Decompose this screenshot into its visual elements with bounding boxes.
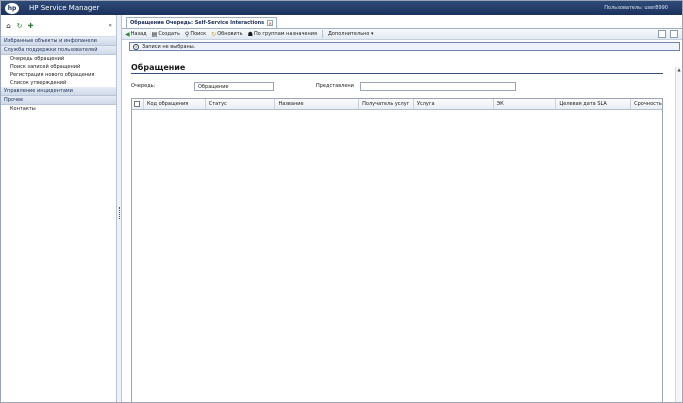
column-header-service[interactable]: Услуга	[414, 99, 494, 109]
queue-field[interactable]: Обращение	[194, 82, 274, 91]
search-icon: ⚲	[184, 30, 190, 38]
search-label: Поиск	[190, 31, 207, 37]
by-groups-label: По группам назначения	[253, 31, 317, 37]
vertical-scrollbar[interactable]: ▲	[675, 67, 681, 402]
new-document-icon: ▤	[151, 30, 158, 38]
scroll-up-icon[interactable]: ▲	[676, 67, 682, 73]
search-button[interactable]: ⚲ Поиск	[185, 31, 206, 38]
user-label: Пользователь: user8990	[604, 5, 668, 11]
nav-item-search-interactions[interactable]: Поиск записей обращений	[1, 63, 116, 71]
refresh-button[interactable]: ↻ Обновить	[211, 31, 242, 38]
print-icon[interactable]	[658, 30, 666, 38]
splitter-grip-icon	[119, 207, 120, 219]
navigation-sidebar: ⌂ ↻ ✚ « Избранные объекты и инфопанели С…	[1, 15, 117, 402]
nav-item-approvals-list[interactable]: Список утверждений	[1, 79, 116, 87]
column-header-sla-date[interactable]: Целевая дата SLA	[556, 99, 632, 109]
view-field[interactable]	[360, 82, 516, 91]
tab-strip: Обращение Очередь: Self-Service Interact…	[122, 15, 682, 29]
section-title: Обращение	[131, 63, 186, 72]
info-icon: i	[133, 43, 139, 50]
column-header-title[interactable]: Название	[275, 99, 360, 109]
close-icon[interactable]: ×	[267, 20, 274, 26]
create-label: Создать	[158, 31, 180, 37]
tab-interaction-queue[interactable]: Обращение Очередь: Self-Service Interact…	[126, 17, 278, 28]
by-assignment-groups-button[interactable]: ☗ По группам назначения	[248, 31, 317, 38]
app-window: hp HP Service Manager Пользователь: user…	[0, 0, 683, 403]
create-button[interactable]: ▤ Создать	[152, 31, 180, 38]
column-header-id[interactable]: Код обращения	[144, 99, 206, 109]
title-bar: hp HP Service Manager Пользователь: user…	[1, 1, 682, 15]
select-all-checkbox[interactable]	[132, 99, 144, 109]
hp-logo: hp	[5, 2, 19, 14]
nav-section-other[interactable]: Прочее	[1, 96, 116, 105]
column-header-status[interactable]: Статус	[206, 99, 276, 109]
nav-item-interaction-queue[interactable]: Очередь обращений	[1, 55, 116, 63]
message-text: Записи не выбраны.	[142, 43, 196, 50]
refresh-icon: ↻	[211, 30, 217, 38]
message-bar: i Записи не выбраны.	[129, 42, 680, 51]
section-divider	[131, 73, 663, 74]
column-header-ci[interactable]: ЭК	[494, 99, 557, 109]
app-title: HP Service Manager	[29, 4, 100, 12]
maximize-icon[interactable]	[670, 30, 678, 38]
favorites-icon[interactable]: ✚	[26, 21, 35, 30]
nav-section-incident-management[interactable]: Управление инцидентами	[1, 87, 116, 96]
toolbar: ◀ Назад ▤ Создать ⚲ Поиск ↻ Обновить ☗ П…	[122, 29, 682, 40]
form-content: Обращение Очередь: Обращение Представлен…	[128, 59, 666, 402]
table-header: Код обращения Статус Название Получатель…	[132, 99, 662, 110]
toolbar-right-controls	[658, 30, 682, 38]
nav-item-contacts[interactable]: Контакты	[1, 105, 116, 113]
records-table: Код обращения Статус Название Получатель…	[131, 98, 663, 402]
collapse-sidebar-button[interactable]: «	[108, 22, 112, 29]
tab-label: Обращение Очередь: Self-Service Interact…	[130, 20, 265, 26]
group-icon: ☗	[247, 30, 253, 38]
refresh-icon[interactable]: ↻	[15, 21, 24, 30]
column-header-recipient[interactable]: Получатель услуг	[359, 99, 414, 109]
refresh-label: Обновить	[217, 31, 243, 37]
back-arrow-icon: ◀	[125, 30, 130, 38]
view-label: Представлени	[316, 83, 354, 89]
home-icon[interactable]: ⌂	[4, 21, 13, 30]
nav-section-favorites[interactable]: Избранные объекты и инфопанели	[1, 37, 116, 46]
back-button[interactable]: ◀ Назад	[125, 31, 147, 38]
back-label: Назад	[130, 31, 147, 37]
nav-item-register-interaction[interactable]: Регистрация нового обращения	[1, 71, 116, 79]
column-header-urgency[interactable]: Срочность	[631, 99, 662, 109]
sidebar-toolbar: ⌂ ↻ ✚ «	[1, 15, 116, 37]
nav-section-service-desk[interactable]: Служба поддержки пользователей	[1, 46, 116, 55]
toolbar-separator	[322, 30, 323, 38]
more-menu-button[interactable]: Дополнительно ▾	[328, 31, 374, 37]
queue-label: Очередь:	[131, 83, 156, 89]
main-panel: Обращение Очередь: Self-Service Interact…	[122, 15, 682, 402]
